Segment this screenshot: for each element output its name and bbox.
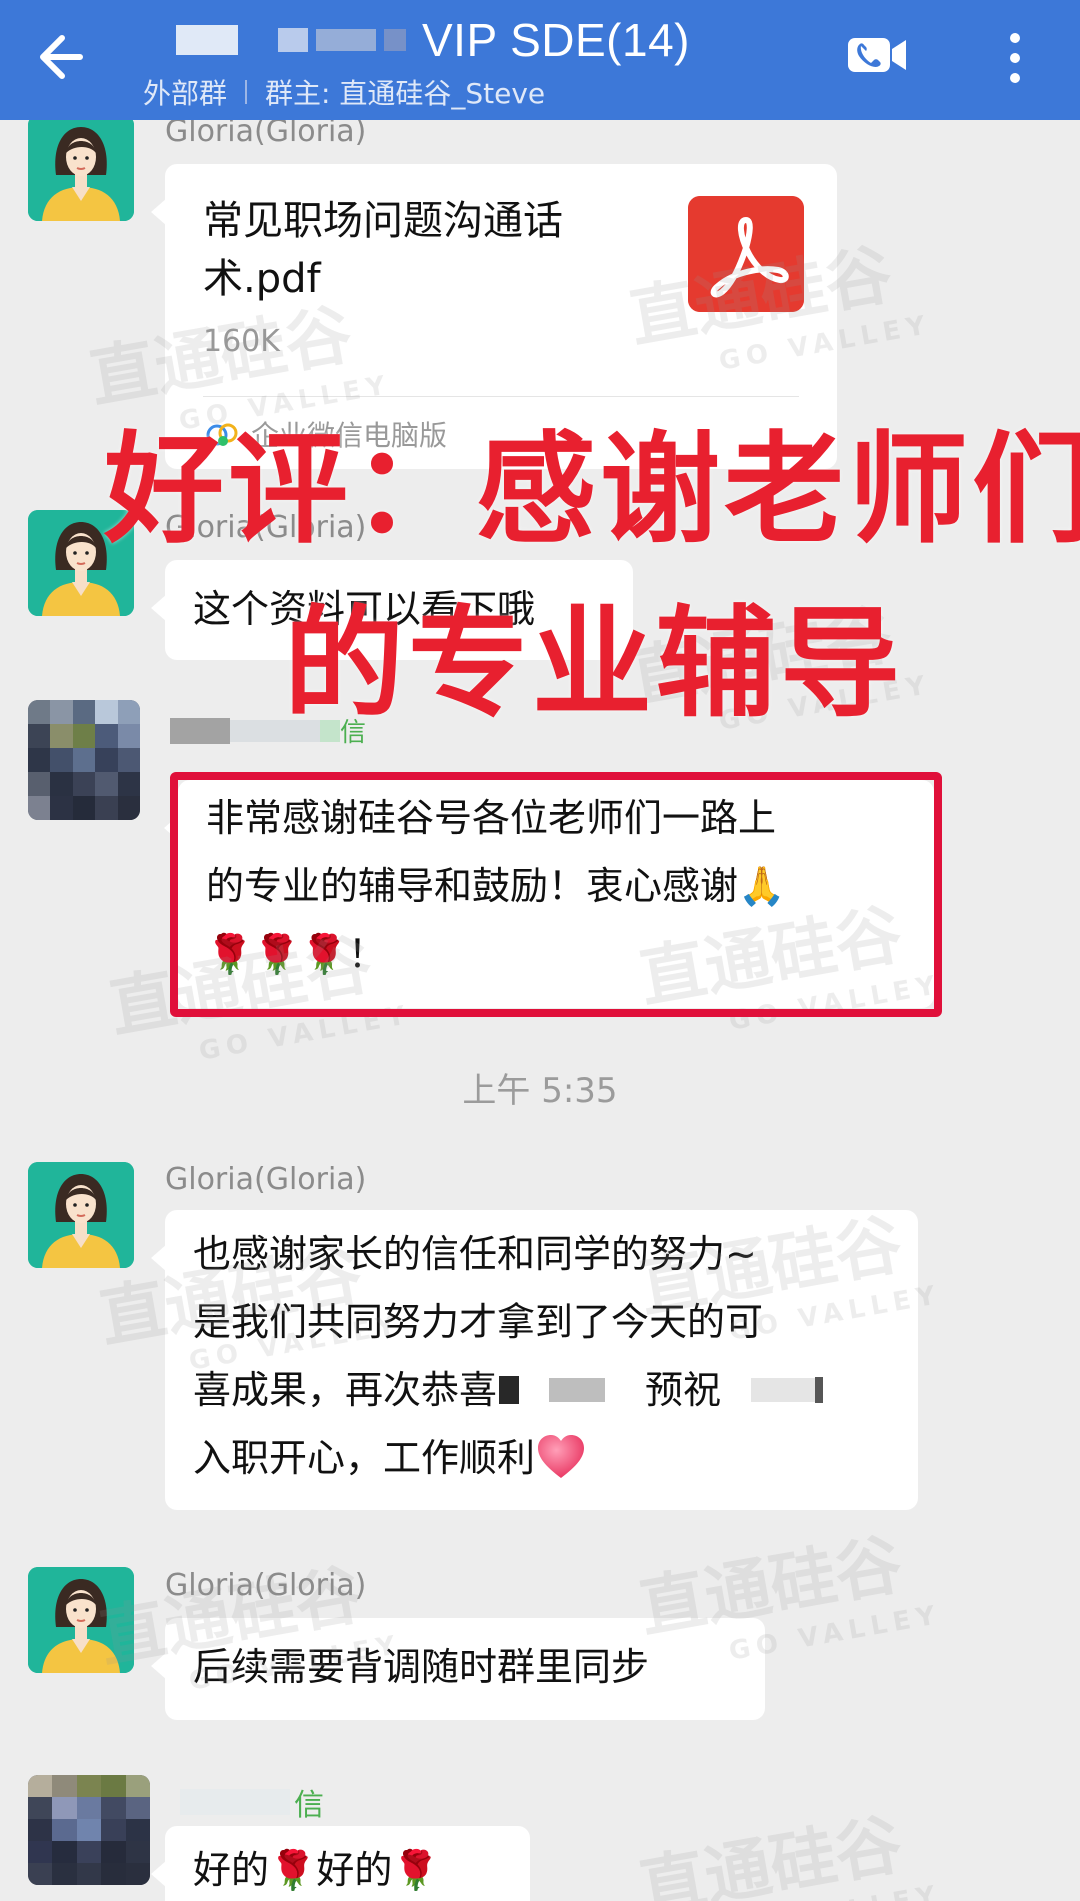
woman-avatar-icon [28, 1567, 134, 1673]
group-owner-label: 群主: 直通硅谷_Steve [265, 77, 546, 110]
message-text: 后续需要背调随时群里同步 [193, 1645, 650, 1689]
group-subtitle: 外部群 群主: 直通硅谷_Steve [143, 72, 545, 112]
avatar-gloria[interactable] [28, 115, 134, 221]
video-call-icon[interactable] [846, 32, 910, 78]
message-bubble[interactable]: 也感谢家长的信任和同学的努力~ 是我们共同努力才拿到了今天的可 喜成果，再次恭喜… [151, 1210, 918, 1510]
message-line: 入职开心，工作顺利 [193, 1424, 890, 1492]
redacted-block [180, 1789, 290, 1815]
woman-avatar-icon [28, 115, 134, 221]
overlay-headline-line2: 的专业辅导 [284, 595, 904, 734]
sender-name-redacted: 信 [180, 1780, 324, 1824]
message-bubble[interactable]: 后续需要背调随时群里同步 [151, 1618, 765, 1720]
file-name: 常见职场问题沟通话术.pdf [203, 198, 563, 302]
redacted-block [278, 28, 308, 52]
avatar-gloria[interactable] [28, 1567, 134, 1673]
redacted-block [176, 25, 238, 55]
divider [245, 80, 248, 104]
message-line: 也感谢家长的信任和同学的努力~ [193, 1232, 757, 1276]
redacted-block [170, 717, 230, 744]
file-size: 160K [203, 324, 280, 359]
chat-header: VIP SDE(14) 外部群 群主: 直通硅谷_Steve [0, 0, 1080, 120]
message-text: 入职开心，工作顺利 [193, 1436, 536, 1480]
pdf-file-icon [688, 196, 804, 312]
message-bubble[interactable]: 好的🌹好的🌹 [151, 1826, 530, 1901]
title-row: VIP SDE(14) [176, 10, 690, 70]
message-text: 喜成果，再次恭喜 [193, 1368, 498, 1412]
message-text: 好的🌹好的🌹 [193, 1848, 440, 1892]
message-text: 预祝 [645, 1368, 722, 1412]
message-line: 是我们共同努力才拿到了今天的可 [193, 1300, 764, 1344]
redacted-block [549, 1378, 606, 1402]
avatar-pixelated[interactable] [28, 1775, 150, 1885]
back-arrow-icon[interactable] [30, 22, 100, 92]
redacted-block [499, 1376, 520, 1404]
avatar-pixelated[interactable] [28, 700, 140, 820]
woman-avatar-icon [28, 1162, 134, 1268]
message-timestamp: 上午 5:35 [462, 1071, 618, 1111]
redacted-block [815, 1377, 824, 1403]
sender-suffix: 信 [294, 1788, 324, 1823]
avatar-gloria[interactable] [28, 1162, 134, 1268]
overlay-headline-line1: 好评：感谢老师们 [104, 421, 1080, 560]
group-title: VIP SDE(14) [422, 14, 690, 66]
redacted-block [316, 29, 376, 51]
watermark: 直通硅谷GO VALLEY [633, 1805, 944, 1901]
heart-icon [538, 1435, 585, 1478]
redacted-block [751, 1378, 816, 1402]
redacted-block [384, 29, 406, 51]
group-type-label: 外部群 [143, 77, 228, 110]
highlight-box [170, 772, 942, 1017]
sender-name: Gloria(Gloria) [165, 1568, 367, 1603]
message-line: 喜成果，再次恭喜 预祝 [193, 1356, 890, 1424]
more-icon[interactable] [1000, 28, 1030, 88]
sender-name: Gloria(Gloria) [165, 1162, 367, 1197]
